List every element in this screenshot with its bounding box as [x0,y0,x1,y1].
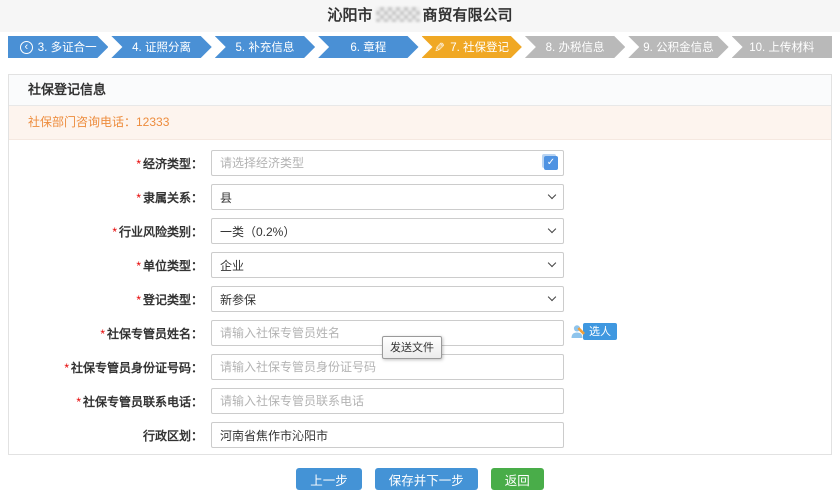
nav-step-8: 8. 办税信息 [525,36,625,58]
nav-step-label: 4. 证照分离 [132,39,191,55]
required-asterisk: * [64,361,69,375]
nav-step-7[interactable]: ✎ 7. 社保登记 [422,36,522,58]
field-label-agent-id: *社保专管员身份证号码： [9,359,203,376]
select-person-button[interactable]: 选人 [583,323,617,340]
nav-step-10: 10. 上传材料 [732,36,832,58]
economic-type-input[interactable] [211,150,564,176]
field-label-register-type: *登记类型： [9,291,203,308]
register-type-select[interactable]: 新参保 [211,286,564,312]
person-edit-icon [570,323,587,340]
page-title: 沁阳市 商贸有限公司 [0,0,840,32]
form-row-unit-type: *单位类型： 企业 [9,252,831,278]
required-asterisk: * [76,395,81,409]
select-person-action: 选人 [570,323,617,340]
industry-risk-select[interactable]: 一类（0.2%） [211,218,564,244]
section-title: 社保登记信息 [9,75,831,106]
agent-phone-input[interactable] [211,388,564,414]
field-label-affiliation: *隶属关系： [9,189,203,206]
send-file-tooltip: 发送文件 [382,336,442,359]
required-asterisk: * [136,157,141,171]
notice-bar: 社保部门咨询电话：12333 [9,106,831,140]
nav-step-label: 6. 章程 [350,39,386,55]
back-circle-icon: ‹ [20,41,33,54]
nav-step-4[interactable]: 4. 证照分离 [111,36,211,58]
required-asterisk: * [100,327,105,341]
admin-region-input[interactable] [211,422,564,448]
field-control-admin-region [211,422,564,448]
required-asterisk: * [136,191,141,205]
field-control-unit-type: 企业 [211,252,564,278]
nav-step-label: 10. 上传材料 [749,39,814,55]
form-row-economic-type: *经济类型： ✓ [9,150,831,176]
return-button[interactable]: 返回 [491,468,544,490]
footer-actions: 上一步 保存并下一步 返回 [0,468,840,490]
nav-step-label: 3. 多证合一 [38,39,97,55]
form-row-register-type: *登记类型： 新参保 [9,286,831,312]
field-label-agent-phone: *社保专管员联系电话： [9,393,203,410]
unit-type-select[interactable]: 企业 [211,252,564,278]
form-row-affiliation: *隶属关系： 县 [9,184,831,210]
redacted-company-name [376,7,420,22]
social-insurance-panel: 社保登记信息 社保部门咨询电话：12333 *经济类型： ✓ *隶属关系： 县 *行业风… [8,74,832,455]
form-row-industry-risk: *行业风险类别： 一类（0.2%） [9,218,831,244]
field-label-unit-type: *单位类型： [9,257,203,274]
nav-step-6[interactable]: 6. 章程 [318,36,418,58]
field-label-agent-name: *社保专管员姓名： [9,325,203,342]
nav-step-label: 9. 公积金信息 [643,39,713,55]
nav-step-5[interactable]: 5. 补充信息 [215,36,315,58]
field-control-agent-phone [211,388,564,414]
nav-step-label: 5. 补充信息 [236,39,295,55]
nav-step-label: 7. 社保登记 [450,39,509,55]
form-row-agent-phone: *社保专管员联系电话： [9,388,831,414]
company-name-suffix: 商贸有限公司 [423,7,513,24]
picker-check-icon[interactable]: ✓ [544,156,558,170]
affiliation-select[interactable]: 县 [211,184,564,210]
required-asterisk: * [136,293,141,307]
field-label-industry-risk: *行业风险类别： [9,223,203,240]
social-insurance-form: *经济类型： ✓ *隶属关系： 县 *行业风险类别： 一类（0.2%） *单位类型： 企业 *登… [9,140,831,448]
nav-step-3[interactable]: ‹ 3. 多证合一 [8,36,108,58]
form-row-admin-region: 行政区划： [9,422,831,448]
field-label-admin-region: 行政区划： [9,427,203,444]
company-name-prefix: 沁阳市 [327,7,372,24]
field-control-industry-risk: 一类（0.2%） [211,218,564,244]
field-label-economic-type: *经济类型： [9,155,203,172]
nav-step-9: 9. 公积金信息 [628,36,728,58]
required-asterisk: * [136,259,141,273]
step-nav: ‹ 3. 多证合一 4. 证照分离 5. 补充信息 6. 章程 ✎ 7. 社保登记 8. 办税… [8,36,832,58]
save-and-next-button[interactable]: 保存并下一步 [375,468,478,490]
prev-step-button[interactable]: 上一步 [296,468,362,490]
field-control-affiliation: 县 [211,184,564,210]
nav-step-label: 8. 办税信息 [546,39,605,55]
pencil-icon: ✎ [434,41,445,54]
required-asterisk: * [112,225,117,239]
field-control-economic-type: ✓ [211,150,564,176]
field-control-register-type: 新参保 [211,286,564,312]
